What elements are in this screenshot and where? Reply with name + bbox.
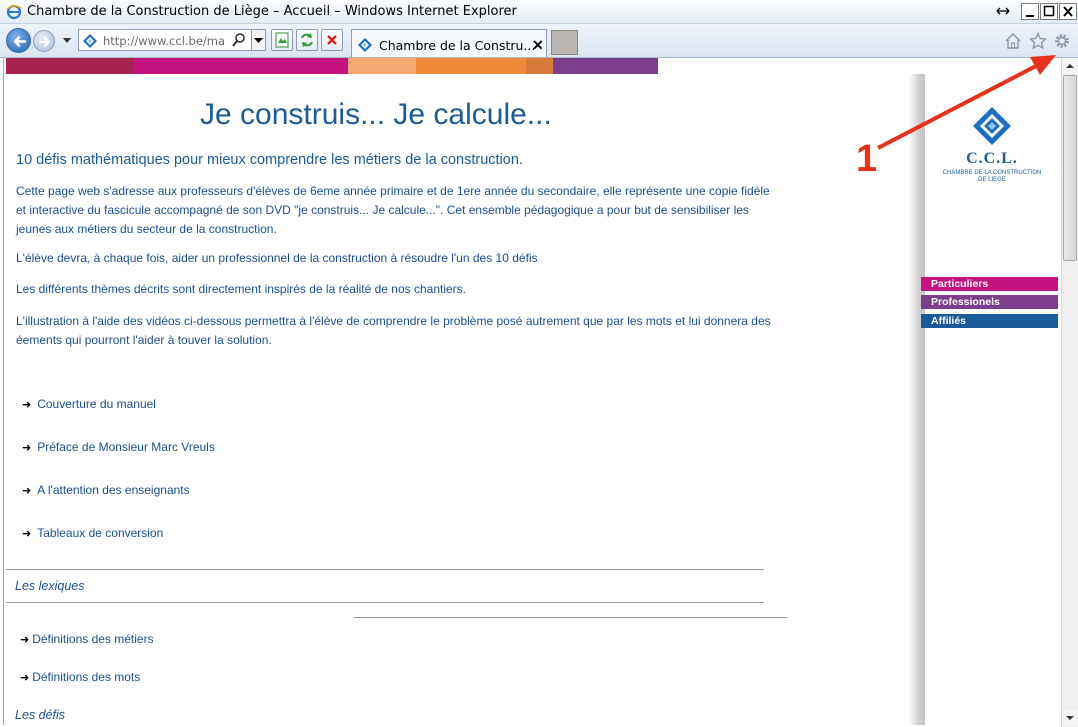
scroll-down-icon[interactable] bbox=[1062, 710, 1078, 726]
history-dropdown-icon[interactable] bbox=[62, 35, 72, 45]
color-band-segment bbox=[348, 58, 416, 74]
link-label[interactable]: Préface de Monsieur Marc Vreuls bbox=[37, 440, 215, 454]
color-band-segment bbox=[6, 58, 134, 74]
divider bbox=[354, 617, 787, 618]
tab-ccl[interactable]: Chambre de la Constru... ✕ bbox=[351, 29, 547, 57]
ie-logo-icon bbox=[6, 4, 22, 20]
arrow-icon: ➜ bbox=[22, 398, 32, 411]
link-definitions-mots[interactable]: ➜ Définitions des mots bbox=[20, 670, 140, 684]
logo-org-name: CHAMBRE DE LA CONSTRUCTION DE LIEGE bbox=[942, 170, 1042, 183]
intro-paragraph: Cette page web s'adresse aux professeurs… bbox=[16, 184, 770, 236]
search-icon[interactable] bbox=[231, 32, 247, 48]
ccl-logo[interactable]: C.C.L. CHAMBRE DE LA CONSTRUCTION DE LIE… bbox=[939, 106, 1045, 186]
page-viewport: Je construis... Je calcule... 10 défis m… bbox=[3, 58, 1061, 725]
intro-paragraph: L'élève devra, à chaque fois, aider un p… bbox=[16, 251, 538, 265]
arrow-icon: ➜ bbox=[22, 484, 32, 497]
restore-size-icon[interactable] bbox=[994, 3, 1012, 20]
section-heading-lexiques: Les lexiques bbox=[15, 579, 85, 593]
sidebar-item-affilies[interactable]: Affiliés bbox=[921, 314, 1058, 328]
maximize-button[interactable] bbox=[1040, 3, 1058, 20]
link-label[interactable]: A l'attention des enseignants bbox=[37, 483, 189, 497]
color-band-segment bbox=[134, 58, 348, 74]
close-button[interactable] bbox=[1059, 3, 1077, 20]
tab-close-icon[interactable]: ✕ bbox=[532, 37, 544, 54]
intro-paragraph: L'illustration à l'aide des vidéos ci-de… bbox=[16, 314, 771, 347]
intro-paragraph: Les différents thèmes décrits sont direc… bbox=[16, 282, 467, 296]
arrow-icon: ➜ bbox=[20, 671, 30, 684]
link-preface[interactable]: ➜ Préface de Monsieur Marc Vreuls bbox=[22, 440, 215, 454]
stop-button[interactable] bbox=[321, 29, 343, 51]
vertical-scrollbar[interactable] bbox=[1061, 58, 1078, 727]
sidebar-shadow-strip bbox=[909, 74, 925, 725]
url-text[interactable]: http://www.ccl.be/ma bbox=[103, 34, 229, 48]
page-title: Je construis... Je calcule... bbox=[200, 98, 552, 131]
new-tab-button[interactable] bbox=[551, 30, 578, 55]
link-definitions-metiers[interactable]: ➜ Définitions des métiers bbox=[20, 632, 154, 646]
divider bbox=[6, 602, 764, 603]
sidebar-item-professionels[interactable]: Professionels bbox=[921, 295, 1058, 309]
site-favicon-icon bbox=[358, 38, 372, 52]
compatibility-view-button[interactable] bbox=[271, 29, 293, 51]
address-dropdown-icon[interactable] bbox=[251, 30, 265, 50]
link-label[interactable]: Couverture du manuel bbox=[37, 397, 156, 411]
tab-label: Chambre de la Constru... bbox=[379, 38, 536, 53]
home-icon[interactable] bbox=[1004, 32, 1022, 50]
link-label[interactable]: Définitions des métiers bbox=[32, 632, 153, 646]
window-title: Chambre de la Construction de Liège – Ac… bbox=[27, 4, 517, 19]
minimize-button[interactable] bbox=[1021, 3, 1039, 20]
back-button[interactable] bbox=[6, 28, 31, 53]
sidebar-item-particuliers[interactable]: Particuliers bbox=[921, 277, 1058, 291]
color-band-segment bbox=[553, 58, 658, 74]
ccl-diamond-icon bbox=[973, 107, 1011, 145]
favorites-star-icon[interactable] bbox=[1029, 32, 1047, 50]
logo-text: C.C.L. bbox=[966, 150, 1018, 167]
divider bbox=[6, 569, 764, 570]
gear-icon[interactable] bbox=[1053, 32, 1071, 50]
site-favicon-icon bbox=[83, 34, 97, 48]
link-couverture[interactable]: ➜ Couverture du manuel bbox=[22, 397, 156, 411]
color-band-segment bbox=[526, 58, 553, 74]
scrollbar-thumb[interactable] bbox=[1063, 75, 1077, 261]
refresh-button[interactable] bbox=[296, 29, 318, 51]
color-band-segment bbox=[416, 58, 526, 74]
scroll-up-icon[interactable] bbox=[1062, 58, 1078, 74]
annotation-number: 1 bbox=[856, 138, 878, 180]
link-enseignants[interactable]: ➜ A l'attention des enseignants bbox=[22, 483, 190, 497]
link-label[interactable]: Tableaux de conversion bbox=[37, 526, 163, 540]
color-band bbox=[6, 58, 658, 74]
link-label[interactable]: Définitions des mots bbox=[32, 670, 140, 684]
navigation-bar: http://www.ccl.be/ma Chambre de la Const… bbox=[0, 24, 1078, 58]
address-bar[interactable]: http://www.ccl.be/ma bbox=[78, 29, 266, 51]
arrow-icon: ➜ bbox=[20, 633, 30, 646]
section-heading-defis: Les défis bbox=[15, 708, 66, 722]
arrow-icon: ➜ bbox=[22, 441, 32, 454]
link-tableaux[interactable]: ➜ Tableaux de conversion bbox=[22, 526, 163, 540]
window-titlebar: Chambre de la Construction de Liège – Ac… bbox=[0, 0, 1078, 24]
forward-button[interactable] bbox=[33, 30, 55, 52]
arrow-icon: ➜ bbox=[22, 527, 32, 540]
page-subtitle: 10 défis mathématiques pour mieux compre… bbox=[16, 152, 523, 168]
